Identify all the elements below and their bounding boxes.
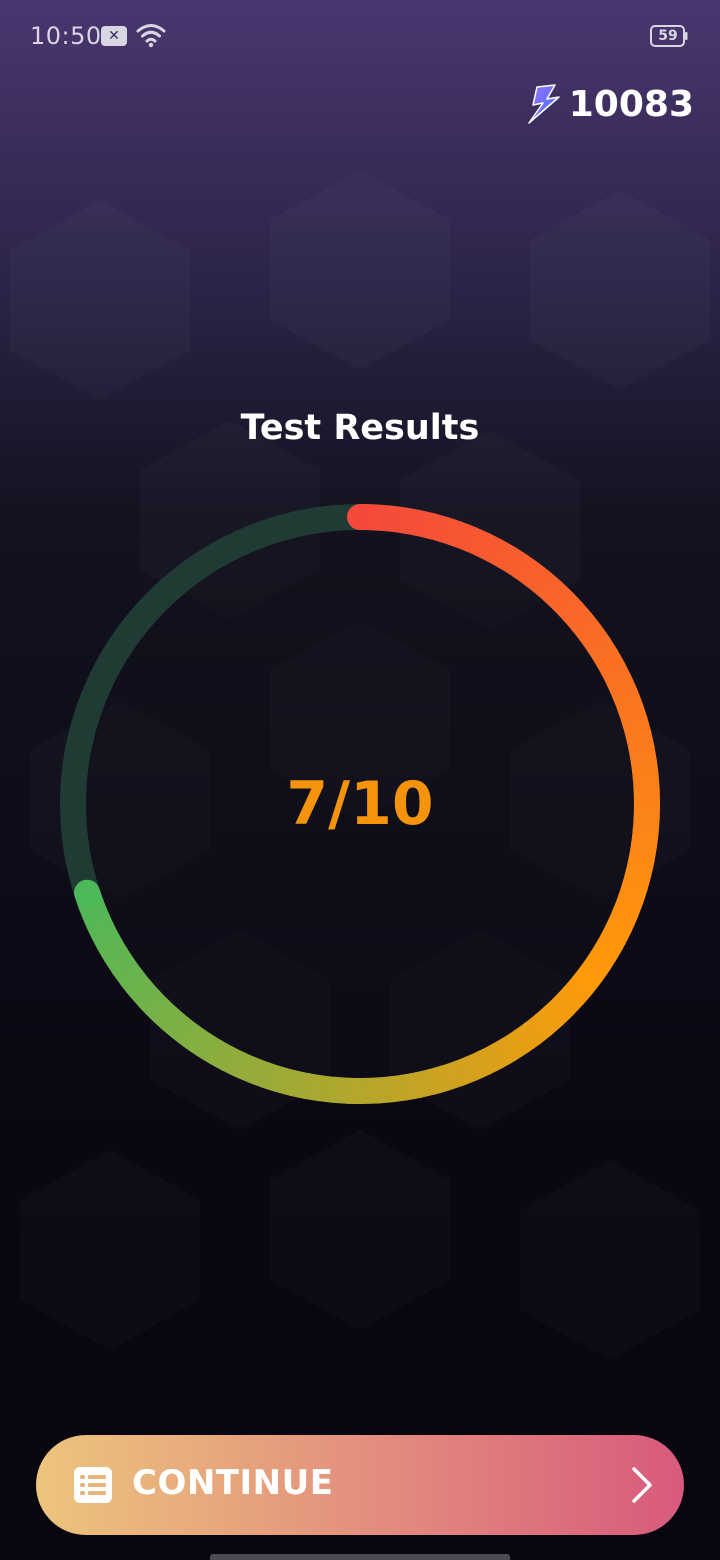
lightning-bolt-icon [528,84,560,124]
wifi-icon [136,24,166,48]
home-indicator [210,1554,510,1560]
score-value: 7/10 [286,769,434,839]
status-time: 10:50 [30,22,102,50]
page-title: Test Results [240,408,480,448]
list-icon [74,1467,112,1503]
close-x-icon: ✕ [101,26,127,46]
chevron-right-icon [632,1467,652,1503]
battery-level: 59 [658,28,678,44]
status-bar: 10:50 ✕ 59 [0,0,720,72]
coin-count: 10083 [568,83,694,125]
continue-button[interactable]: CONTINUE [36,1435,684,1535]
continue-label: CONTINUE [132,1463,334,1503]
coin-balance: 10083 [525,82,694,126]
